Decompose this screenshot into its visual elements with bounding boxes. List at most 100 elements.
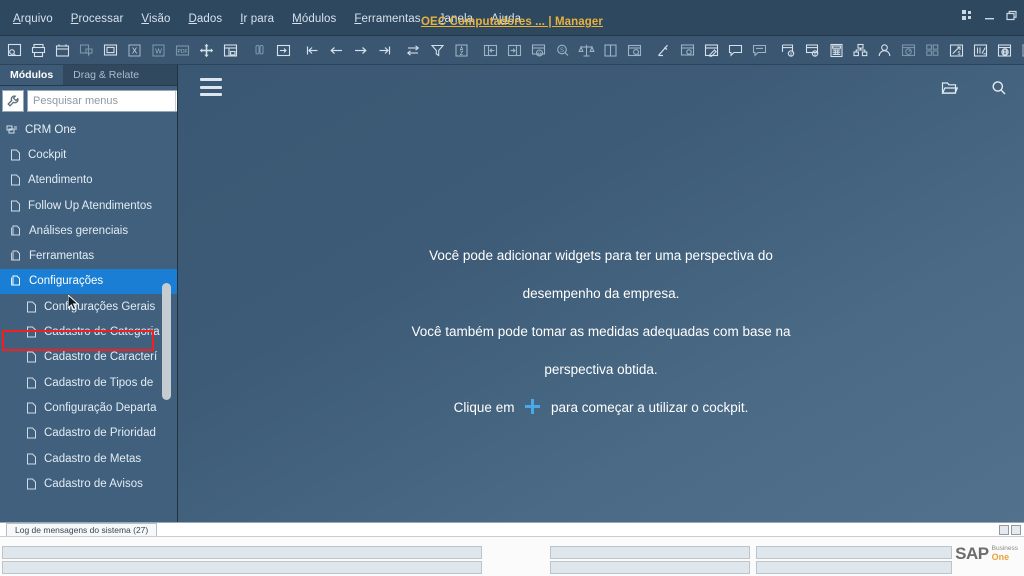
transfer-icon[interactable] (403, 40, 424, 61)
window-icon[interactable] (100, 40, 121, 61)
tab-modulos-label: Módulos (10, 69, 54, 81)
approvals-icon[interactable] (970, 40, 991, 61)
folder-icon (10, 225, 22, 237)
restore-icon[interactable] (1006, 10, 1018, 24)
messages-icon[interactable] (725, 40, 746, 61)
log-maximize-icon[interactable] (1011, 525, 1021, 535)
calculator-icon[interactable] (826, 40, 847, 61)
tab-modulos[interactable]: Módulos (0, 65, 64, 85)
page-icon (10, 149, 21, 161)
sap-wordmark: SAP (955, 544, 989, 563)
tree-item-atendimento[interactable]: Atendimento (0, 168, 177, 193)
first-record-icon[interactable] (302, 40, 323, 61)
email-icon[interactable] (76, 40, 97, 61)
menu-item-dados[interactable]: Dados (179, 11, 231, 27)
tree-item-cadastro-de-metas[interactable]: Cadastro de Metas (0, 446, 177, 471)
wrench-icon[interactable] (2, 89, 24, 112)
cockpit-empty-state: Você pode adicionar widgets para ter uma… (178, 237, 1024, 427)
sales-opportunity-icon[interactable]: $ (946, 40, 967, 61)
browser-icon[interactable] (994, 40, 1015, 61)
menu-item-ir-para[interactable]: Ir para (231, 11, 283, 27)
menu-item-visao[interactable]: Visão (132, 11, 179, 27)
lock-screen-icon[interactable] (220, 40, 241, 61)
split-view-icon[interactable] (600, 40, 621, 61)
tree-item-configuracao-departamento[interactable]: Configuração Departa (0, 395, 177, 420)
org-chart-icon[interactable] (850, 40, 871, 61)
menu-item-processar[interactable]: Processar (62, 11, 133, 27)
page-icon (26, 427, 37, 439)
add-row-icon[interactable] (480, 40, 501, 61)
last-record-icon[interactable] (374, 40, 395, 61)
module-tree: CRM One Cockpit Atendimento Follow Up At… (0, 115, 177, 496)
tree-item-follow-up-atendimentos[interactable]: Follow Up Atendimentos (0, 193, 177, 218)
next-record-icon[interactable] (273, 40, 294, 61)
grid-icon[interactable] (962, 10, 974, 24)
next-record-arrow-icon[interactable] (350, 40, 371, 61)
edit-icon[interactable] (653, 40, 674, 61)
preview-icon[interactable] (4, 40, 25, 61)
sent-messages-icon[interactable] (749, 40, 770, 61)
tree-item-label: Atendimento (28, 174, 93, 187)
tree-item-crm-one[interactable]: CRM One (0, 117, 177, 142)
alert-icon[interactable]: 0 (778, 40, 799, 61)
tree-item-cadastro-de-categoria[interactable]: Cadastro de Categoria (0, 319, 177, 344)
open-folder-icon[interactable] (938, 77, 960, 99)
alert-window-icon[interactable]: 0 (802, 40, 823, 61)
folder-icon (10, 275, 22, 287)
export-pdf-icon[interactable]: PDF (172, 40, 193, 61)
module-root-icon (6, 124, 18, 136)
tree-item-cadastro-de-prioridade[interactable]: Cadastro de Prioridad (0, 421, 177, 446)
print-icon[interactable] (28, 40, 49, 61)
plus-icon[interactable] (525, 399, 541, 414)
tree-item-cadastro-de-tipos[interactable]: Cadastro de Tipos de (0, 370, 177, 395)
tab-drag-relate[interactable]: Drag & Relate (63, 65, 149, 85)
user-icon[interactable] (874, 40, 895, 61)
print-layout-icon[interactable] (52, 40, 73, 61)
export-excel-icon[interactable]: X (124, 40, 145, 61)
dashboard-icon[interactable] (898, 40, 919, 61)
title-bar: Arquivo Processar Visão Dados Ir para Mó… (0, 0, 1024, 36)
widgets-icon[interactable] (922, 40, 943, 61)
tree-item-label: Cadastro de Avisos (44, 477, 143, 490)
restore-column-icon[interactable]: 0 (528, 40, 549, 61)
user-defined-fields-icon[interactable] (701, 40, 722, 61)
tree-item-configuracoes-gerais[interactable]: Configurações Gerais (0, 294, 177, 319)
log-tab[interactable]: Log de mensagens do sistema (27) (6, 523, 158, 536)
launch-app-icon[interactable] (196, 40, 217, 61)
tab-drag-relate-label: Drag & Relate (73, 69, 140, 81)
menu-item-arquivo[interactable]: Arquivo (4, 11, 62, 27)
menu-item-ferramentas[interactable]: Ferramentas (345, 11, 429, 27)
search-icon[interactable] (988, 77, 1010, 99)
menu-item-ajuda[interactable]: Ajuda (482, 11, 530, 27)
help-icon[interactable]: ? (1018, 40, 1024, 61)
log-window-buttons (999, 525, 1021, 535)
sidebar-scrollbar-thumb[interactable] (162, 283, 171, 400)
search-input[interactable] (28, 90, 175, 111)
previous-record-icon[interactable] (326, 40, 347, 61)
svg-text:X: X (131, 46, 137, 55)
tree-item-configuracoes[interactable]: Configurações (0, 268, 177, 295)
minimize-icon[interactable] (984, 10, 996, 24)
empty-state-line-5-before: Clique em (453, 400, 515, 415)
find-amount-icon[interactable]: S (552, 40, 573, 61)
status-field-5 (756, 546, 952, 559)
menu-item-janela[interactable]: Janela (430, 11, 483, 27)
settings-form-icon[interactable] (677, 40, 698, 61)
menu-item-modulos[interactable]: Módulos (283, 11, 345, 27)
hamburger-icon[interactable] (200, 78, 222, 96)
query-icon[interactable] (624, 40, 645, 61)
duplicate-row-icon[interactable] (504, 40, 525, 61)
log-restore-icon[interactable] (999, 525, 1009, 535)
export-word-icon[interactable]: W (148, 40, 169, 61)
tree-item-cockpit[interactable]: Cockpit (0, 142, 177, 167)
svg-text:PDF: PDF (177, 48, 187, 54)
tree-item-analises-gerenciais[interactable]: Análises gerenciais (0, 218, 177, 243)
tree-item-cadastro-de-avisos[interactable]: Cadastro de Avisos (0, 471, 177, 496)
tree-item-ferramentas[interactable]: Ferramentas (0, 243, 177, 268)
balance-icon[interactable] (576, 40, 597, 61)
sort-icon[interactable]: AZ (451, 40, 472, 61)
tree-item-cadastro-de-caracteristicas[interactable]: Cadastro de Caracterí (0, 345, 177, 370)
filter-icon[interactable] (427, 40, 448, 61)
find-icon[interactable] (249, 40, 270, 61)
svg-text:0: 0 (789, 51, 792, 56)
